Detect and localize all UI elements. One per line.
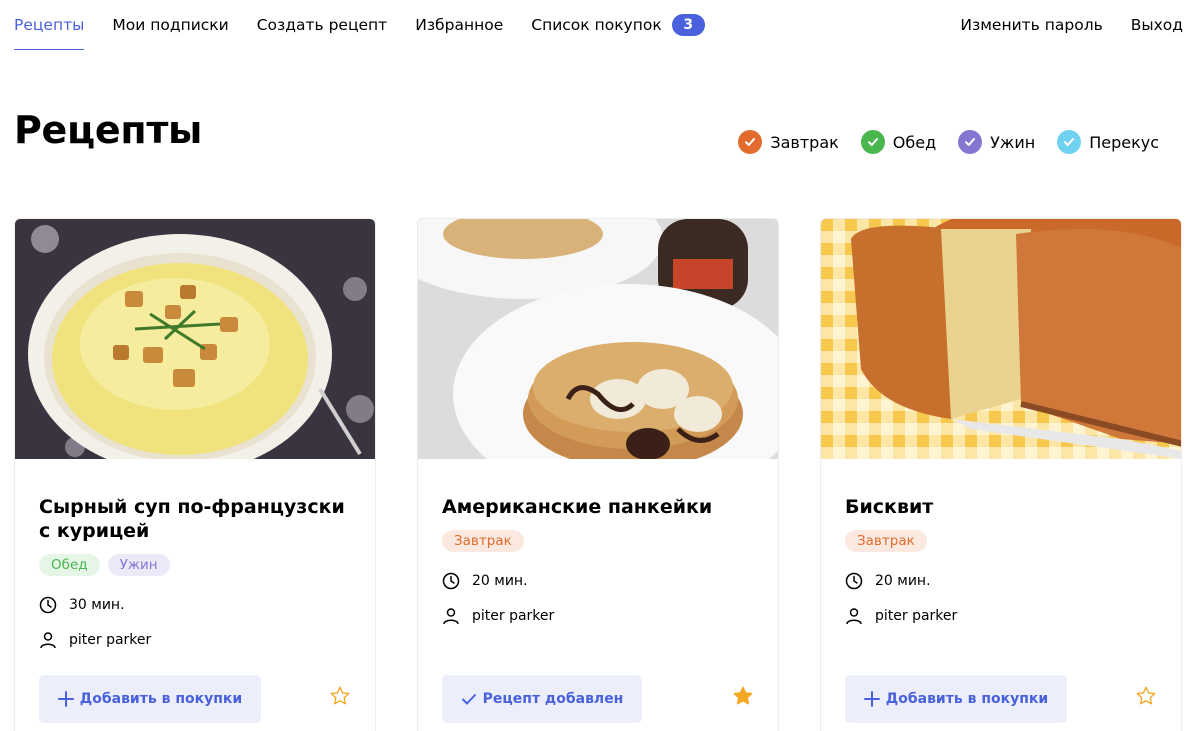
tag-lunch: Обед <box>39 554 100 576</box>
tag-breakfast: Завтрак <box>442 530 524 552</box>
nav-create-recipe[interactable]: Создать рецепт <box>257 0 387 50</box>
filter-label: Перекус <box>1089 132 1159 152</box>
filter-lunch[interactable]: Обед <box>860 130 937 154</box>
page-title: Рецепты <box>14 108 203 152</box>
recipe-tags: Завтрак <box>442 530 532 552</box>
recipe-author: piter parker <box>845 607 957 625</box>
recipe-author-name[interactable]: piter parker <box>69 632 151 648</box>
add-to-cart-label: Добавить в покупки <box>79 691 243 707</box>
clock-icon <box>39 596 57 614</box>
user-icon <box>846 608 862 625</box>
clock-icon <box>442 572 460 590</box>
filter-breakfast[interactable]: Завтрак <box>738 130 839 154</box>
recipe-tags: Завтрак <box>845 530 935 552</box>
recipe-card: Американские панкейки Завтрак 20 мин. pi… <box>417 218 779 731</box>
recipe-author: piter parker <box>442 607 554 625</box>
star-filled-icon[interactable] <box>732 685 754 707</box>
nav-left: Рецепты Мои подписки Создать рецепт Избр… <box>14 0 733 52</box>
recipe-time-value: 20 мин. <box>875 573 931 589</box>
user-icon <box>40 632 56 649</box>
recipe-author-name[interactable]: piter parker <box>875 608 957 624</box>
recipe-time-value: 20 мин. <box>472 573 528 589</box>
recipe-image[interactable] <box>15 219 375 459</box>
nav-right: Изменить пароль Выход <box>932 0 1183 50</box>
star-icon[interactable] <box>1135 685 1157 707</box>
plus-icon <box>57 691 74 707</box>
filter-dinner[interactable]: Ужин <box>958 130 1035 154</box>
check-icon <box>860 130 885 154</box>
recipe-added-label: Рецепт добавлен <box>482 691 624 707</box>
nav-shopping-list[interactable]: Список покупок 3 <box>531 0 705 50</box>
recipe-title[interactable]: Американские панкейки <box>442 495 762 519</box>
recipe-time: 20 мин. <box>845 572 931 590</box>
check-icon <box>958 130 983 154</box>
cart-count-badge: 3 <box>671 14 705 36</box>
plus-icon <box>863 691 880 707</box>
recipe-image[interactable] <box>418 219 778 459</box>
star-icon[interactable] <box>329 685 351 707</box>
recipe-author-name[interactable]: piter parker <box>472 608 554 624</box>
tag-breakfast: Завтрак <box>845 530 927 552</box>
recipe-author: piter parker <box>39 631 151 649</box>
add-to-cart-button[interactable]: Добавить в покупки <box>845 675 1067 723</box>
filter-snack[interactable]: Перекус <box>1057 130 1159 154</box>
check-icon <box>461 694 476 705</box>
filter-label: Завтрак <box>770 132 839 152</box>
meal-filters: Завтрак Обед Ужин Перекус <box>738 130 1159 154</box>
nav-favorites[interactable]: Избранное <box>415 0 503 50</box>
recipe-image[interactable] <box>821 219 1181 459</box>
check-icon <box>738 130 763 154</box>
recipe-added-button[interactable]: Рецепт добавлен <box>442 675 642 723</box>
recipe-time: 30 мин. <box>39 596 125 614</box>
nav-recipes[interactable]: Рецепты <box>14 0 85 50</box>
recipe-title[interactable]: Бисквит <box>845 495 1165 519</box>
user-icon <box>443 608 459 625</box>
add-to-cart-label: Добавить в покупки <box>885 691 1049 707</box>
recipe-time-value: 30 мин. <box>69 597 125 613</box>
filter-label: Ужин <box>990 132 1036 152</box>
tag-dinner: Ужин <box>107 554 170 576</box>
filter-label: Обед <box>892 132 937 152</box>
top-navigation: Рецепты Мои подписки Создать рецепт Избр… <box>0 0 1195 52</box>
recipe-card: Бисквит Завтрак 20 мин. piter parker Доб… <box>820 218 1182 731</box>
add-to-cart-button[interactable]: Добавить в покупки <box>39 675 261 723</box>
recipe-tags: Обед Ужин <box>39 554 178 576</box>
clock-icon <box>845 572 863 590</box>
nav-logout[interactable]: Выход <box>1131 0 1183 50</box>
nav-shopping-list-label: Список покупок <box>531 16 662 34</box>
nav-subscriptions[interactable]: Мои подписки <box>112 0 228 50</box>
nav-change-password[interactable]: Изменить пароль <box>960 0 1102 50</box>
check-icon <box>1057 130 1082 154</box>
recipe-title[interactable]: Сырный суп по-французски с курицей <box>39 495 359 543</box>
recipe-time: 20 мин. <box>442 572 528 590</box>
recipe-card: Сырный суп по-французски с курицей Обед … <box>14 218 376 731</box>
